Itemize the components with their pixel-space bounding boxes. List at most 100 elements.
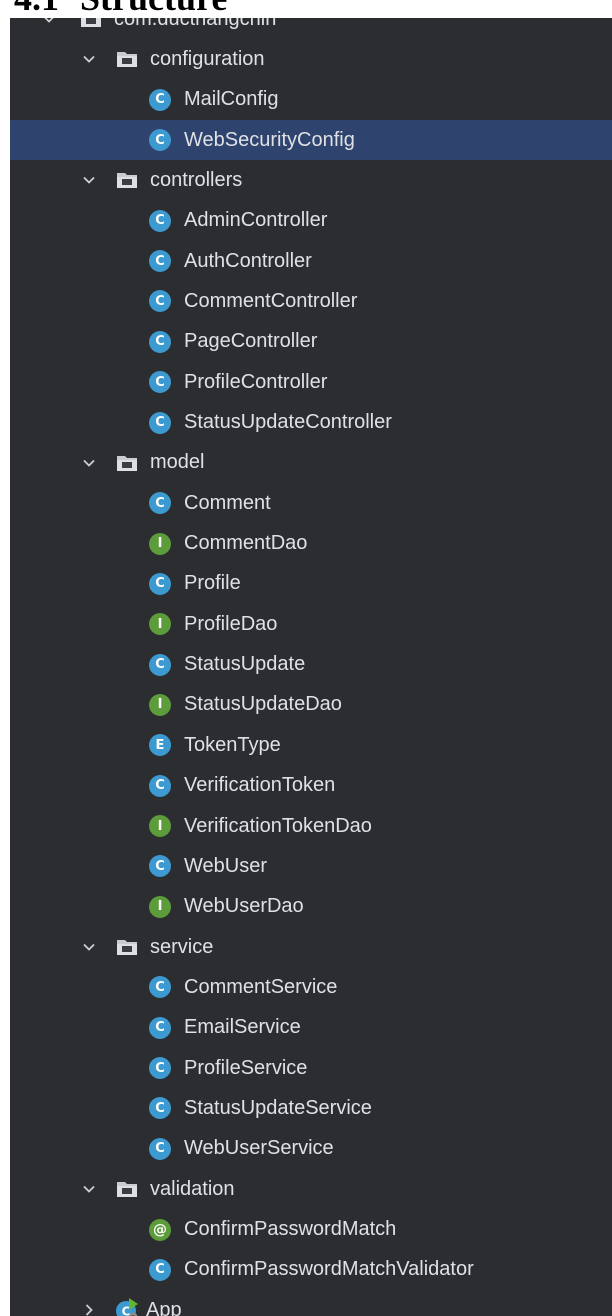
- tree-item-label: ConfirmPasswordMatch: [184, 1218, 397, 1240]
- class-icon: C: [149, 855, 171, 878]
- tree-item-StatusUpdate[interactable]: C StatusUpdate: [10, 645, 612, 685]
- tree-item-label: CommentDao: [184, 532, 308, 555]
- tree-item-EmailService[interactable]: C EmailService: [10, 1008, 612, 1048]
- tree-item-ConfirmPasswordMatch[interactable]: @ ConfirmPasswordMatch: [10, 1210, 612, 1250]
- tree-item-StatusUpdateController[interactable]: C StatusUpdateController: [10, 403, 612, 443]
- class-icon: C: [149, 976, 171, 999]
- chevron-down-icon[interactable]: [80, 938, 98, 956]
- class-icon: C: [149, 88, 171, 111]
- tree-item-label: StatusUpdate: [184, 653, 306, 676]
- tree-item-label: EmailService: [184, 1016, 301, 1039]
- tree-item-label: VerificationTokenDao: [184, 814, 372, 837]
- chevron-down-icon[interactable]: [80, 1180, 98, 1198]
- class-icon: C: [149, 653, 171, 676]
- tree-item-CommentDao[interactable]: I CommentDao: [10, 524, 612, 564]
- tree-item-label: validation: [150, 1177, 235, 1200]
- tree-item-label: CommentController: [184, 289, 358, 312]
- tree-item-label: VerificationToken: [184, 774, 336, 797]
- tree-item-VerificationTokenDao[interactable]: I VerificationTokenDao: [10, 806, 612, 846]
- package-folder-icon: [116, 1180, 138, 1198]
- tree-item-label: MailConfig: [184, 88, 279, 111]
- tree-item-label: StatusUpdateController: [184, 411, 392, 433]
- class-icon: C: [149, 1137, 171, 1160]
- tree-item-WebUser[interactable]: C WebUser: [10, 846, 612, 886]
- class-icon: C: [149, 1258, 171, 1281]
- tree-package-controllers[interactable]: controllers: [10, 160, 612, 200]
- tree-item-label: controllers: [150, 168, 243, 191]
- tree-item-ConfirmPasswordMatchValidator[interactable]: C ConfirmPasswordMatchValidator: [10, 1250, 612, 1290]
- class-icon: C: [149, 1016, 171, 1039]
- package-folder-icon: [116, 171, 138, 189]
- tree-package-configuration[interactable]: configuration: [10, 39, 612, 79]
- annotation-icon: @: [149, 1218, 171, 1241]
- tree-item-label: App: [146, 1298, 182, 1316]
- interface-icon: I: [149, 693, 171, 716]
- interface-icon: I: [149, 815, 171, 837]
- tree-item-AdminController[interactable]: C AdminController: [10, 201, 612, 241]
- class-icon: C: [149, 290, 171, 313]
- tree-item-label: ProfileDao: [184, 612, 278, 635]
- tree-item-CommentService[interactable]: C CommentService: [10, 967, 612, 1007]
- tree-item-CommentController[interactable]: C CommentController: [10, 281, 612, 321]
- tree-item-label: ProfileController: [184, 370, 328, 393]
- tree-item-label: WebUser: [184, 854, 267, 877]
- class-icon: C: [149, 1097, 171, 1120]
- tree-item-app[interactable]: C App: [10, 1290, 612, 1316]
- tree-item-WebSecurityConfig[interactable]: C WebSecurityConfig: [10, 120, 612, 161]
- class-icon: C: [149, 572, 171, 595]
- tree-item-StatusUpdateService[interactable]: C StatusUpdateService: [10, 1088, 612, 1128]
- tree-package-service[interactable]: service: [10, 927, 612, 967]
- tree-item-VerificationToken[interactable]: C VerificationToken: [10, 766, 612, 806]
- page: com.ductnangcnin configuration C MailConfig…: [0, 0, 612, 1316]
- tree-item-PageController[interactable]: C PageController: [10, 322, 612, 362]
- tree-item-label: WebUserDao: [184, 895, 304, 918]
- chevron-down-icon[interactable]: [80, 171, 98, 189]
- tree-item-label: Profile: [184, 572, 241, 595]
- class-icon: C: [149, 1057, 171, 1080]
- class-icon: C: [149, 330, 171, 353]
- tree-item-Profile[interactable]: C Profile: [10, 564, 612, 604]
- class-icon: C: [149, 129, 171, 152]
- chevron-down-icon[interactable]: [80, 50, 98, 68]
- tree-item-MailConfig[interactable]: C MailConfig: [10, 80, 612, 120]
- tree-item-ProfileDao[interactable]: I ProfileDao: [10, 604, 612, 644]
- spring-app-icon: C: [114, 1297, 140, 1316]
- chevron-down-icon[interactable]: [80, 454, 98, 472]
- package-folder-icon: [116, 938, 138, 956]
- tree-item-label: configuration: [150, 47, 265, 70]
- project-tree-panel: com.ductnangcnin configuration C MailConfig…: [10, 11, 612, 1316]
- tree-item-label: ConfirmPasswordMatchValidator: [184, 1258, 474, 1281]
- tree-package-model[interactable]: model: [10, 443, 612, 483]
- interface-icon: I: [149, 532, 171, 555]
- tree-item-AuthController[interactable]: C AuthController: [10, 241, 612, 281]
- chevron-right-icon[interactable]: [80, 1301, 98, 1316]
- tree-item-label: AdminController: [184, 209, 328, 232]
- class-icon: C: [149, 250, 171, 273]
- section-number: 4.1: [14, 0, 59, 18]
- class-icon: C: [149, 492, 171, 515]
- class-icon: C: [149, 371, 171, 394]
- tree-item-label: TokenType: [184, 733, 281, 756]
- tree-item-label: Comment: [184, 491, 271, 514]
- tree-item-WebUserService[interactable]: C WebUserService: [10, 1129, 612, 1169]
- tree-item-StatusUpdateDao[interactable]: I StatusUpdateDao: [10, 685, 612, 725]
- package-folder-icon: [116, 50, 138, 68]
- tree-item-label: model: [150, 451, 205, 474]
- enum-icon: E: [149, 734, 171, 757]
- tree-item-label: WebUserService: [184, 1137, 334, 1160]
- class-icon: C: [149, 411, 171, 434]
- package-folder-icon: [116, 454, 138, 472]
- tree-item-label: StatusUpdateService: [184, 1096, 372, 1119]
- interface-icon: I: [149, 613, 171, 636]
- tree-item-label: service: [150, 935, 214, 958]
- tree-package-validation[interactable]: validation: [10, 1169, 612, 1209]
- tree-item-WebUserDao[interactable]: I WebUserDao: [10, 887, 612, 927]
- tree-item-TokenType[interactable]: E TokenType: [10, 725, 612, 765]
- tree-item-ProfileService[interactable]: C ProfileService: [10, 1048, 612, 1088]
- tree-item-label: ProfileService: [184, 1056, 308, 1079]
- tree-item-Comment[interactable]: C Comment: [10, 483, 612, 523]
- tree-item-label: StatusUpdateDao: [184, 693, 342, 716]
- tree-item-ProfileController[interactable]: C ProfileController: [10, 362, 612, 402]
- tree-item-label: CommentService: [184, 975, 338, 998]
- section-heading: 4.1 Structure: [0, 0, 612, 18]
